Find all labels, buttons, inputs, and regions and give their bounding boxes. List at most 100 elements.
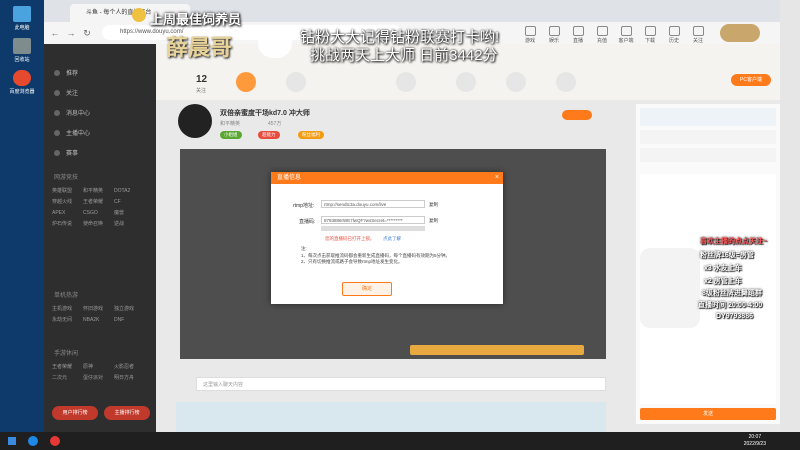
toolbar-item-follow[interactable]: 关注 [688,26,708,44]
computer-desktop-icon[interactable]: 此电脑 [5,6,39,31]
scrollbar[interactable] [780,0,800,432]
user-icon[interactable] [396,72,416,92]
rtmp-label: rtmp地址: [293,203,315,209]
refresh-icon[interactable]: ↻ [82,28,92,38]
fans-rank-row[interactable] [640,130,776,144]
overlay-line: 直播时间 20:00-4:00 [698,302,763,309]
toolbar-item-client[interactable]: 客户端 [616,26,636,44]
category-link[interactable]: 炉石传说 [52,219,83,230]
category-link[interactable]: 明日方舟 [114,373,145,384]
category-link[interactable]: DNF [114,315,145,326]
category-link[interactable]: 和平精英 [83,186,114,197]
category-link[interactable]: 王者荣耀 [83,197,114,208]
follow-count-label: 关注 [196,88,207,94]
desktop-icon [620,26,632,36]
sidebar-item-recommend[interactable]: 推荐 [54,68,78,77]
sidebar-item-follow[interactable]: 关注 [54,88,78,97]
sidebar-item-anchor-center[interactable]: 主播中心 [54,128,90,137]
tag-badge: 超能力 [258,131,280,139]
heart-icon [54,90,60,97]
category-link[interactable]: 穿越火线 [52,197,83,208]
browser-icon [13,70,31,86]
cat-avatar [640,248,700,328]
category-link[interactable]: 原神 [83,362,114,373]
streamer-info: 双倍亲蜜度干场kd7.0 冲大师 和平精英 457万 小姐姐 超能力 粉丝福利 [178,102,598,146]
chat-input[interactable]: 这里输入聊天内容 [196,377,606,391]
recycle-bin-desktop-icon[interactable]: 回收站 [5,38,39,63]
toolbar-item-recharge[interactable]: 充值 [592,26,612,44]
send-button[interactable]: 发送 [640,408,776,420]
category-link[interactable]: 火影忍者 [114,362,145,373]
left-sidebar: 推荐 关注 消息中心 主播中心 赛事 网游竞技 英雄联盟 和平精英 DOTA2 穿越… [44,44,156,432]
shop-icon[interactable] [556,72,576,92]
category-link[interactable]: 主机游戏 [52,304,83,315]
wave-icon[interactable] [286,72,306,92]
anchor-rank-button[interactable]: 主播排行榜 [104,406,150,420]
follow-button[interactable] [562,110,592,120]
overlay-line: DY9793886 [716,313,753,320]
single-games-grid: 主机游戏 怀旧游戏 独立游戏 永劫无间 NBA2K DNF [52,304,152,326]
online-games-grid: 英雄联盟 和平精英 DOTA2 穿越火线 王者荣耀 CF APEX CSGO 魔兽 炉石传说… [52,186,152,230]
bottom-banner [176,402,606,432]
rtmp-field[interactable]: rtmp://sendtc3a.douyu.com/live [321,200,425,208]
event-row[interactable] [640,148,776,162]
gamepad-icon [524,26,536,36]
tag-badge: 小姐姐 [220,131,242,139]
star-icon [548,26,560,36]
sidebar-item-messages[interactable]: 消息中心 [54,108,90,117]
back-icon[interactable]: ← [50,28,60,38]
douyu-app-icon[interactable] [50,436,60,446]
category-link[interactable]: 独立游戏 [114,304,145,315]
follow-count: 12 [196,74,208,85]
toolbar-item-games[interactable]: 游戏 [520,26,540,44]
user-avatar[interactable] [720,24,760,42]
close-icon[interactable]: × [495,172,499,184]
category-link[interactable]: CSGO [83,208,114,219]
stream-info-dialog: 直播信息 × rtmp地址: rtmp://sendtc3a.douyu.com… [271,172,503,304]
category-link[interactable]: APEX [52,208,83,219]
category-link[interactable]: DOTA2 [114,186,145,197]
gift-icon[interactable] [456,72,476,92]
stream-code-field[interactable]: 8793886rWE7lwQF?wsSecret=********* [321,216,425,224]
recycle-bin-icon [13,38,31,54]
learn-more-link[interactable]: 点此了解 [383,236,401,242]
scrollbar[interactable] [321,226,425,231]
overlay-handwriting: 薛晨哥 [166,35,233,61]
windows-start-icon[interactable] [8,437,16,445]
stream-category[interactable]: 和平精英 [220,120,240,127]
category-link[interactable]: 魔兽 [114,208,145,219]
category-link[interactable]: NBA2K [83,315,114,326]
toolbar-item-entertainment[interactable]: 娱乐 [544,26,564,44]
category-link[interactable]: 永劫无间 [52,315,83,326]
pc-client-button[interactable]: PC客户端 [731,74,771,86]
user-rank-button[interactable]: 用户排行榜 [52,406,98,420]
category-link[interactable]: 蛋仔派对 [83,373,114,384]
category-link[interactable]: 王者荣耀 [52,362,83,373]
toolbar-item-download[interactable]: 下载 [640,26,660,44]
copy-rtmp-button[interactable]: 复制 [429,202,438,208]
category-link[interactable]: 逆战 [114,219,145,230]
category-link[interactable]: CF [114,197,145,208]
section-title-online-games: 网游竞技 [54,175,79,181]
bell-icon [54,110,60,117]
category-link[interactable]: 怀旧游戏 [83,304,114,315]
category-icon[interactable] [236,72,256,92]
section-title-mobile-games: 手游休闲 [54,351,79,357]
category-link[interactable]: 二次元 [52,373,83,384]
rank-tabs[interactable] [640,108,776,126]
confirm-button[interactable]: 确定 [342,282,392,296]
overlay-line: 8级粉丝牌进舞蹈群 [702,290,762,297]
browser-desktop-icon[interactable]: 百度浏览器 [5,70,39,95]
category-link[interactable]: 英雄联盟 [52,186,83,197]
toolbar-item-history[interactable]: 历史 [664,26,684,44]
category-link[interactable]: 使命召唤 [83,219,114,230]
toolbar-item-live[interactable]: 直播 [568,26,588,44]
copy-code-button[interactable]: 复制 [429,218,438,224]
system-clock[interactable]: 20:07 2022/9/23 [744,434,766,448]
mobile-games-grid: 王者荣耀 原神 火影忍者 二次元 蛋仔派对 明日方舟 [52,362,152,384]
sidebar-item-events[interactable]: 赛事 [54,148,78,157]
forward-icon[interactable]: → [66,28,76,38]
crown-icon[interactable] [506,72,526,92]
edge-icon[interactable] [28,436,38,446]
streamer-avatar[interactable] [178,104,212,138]
